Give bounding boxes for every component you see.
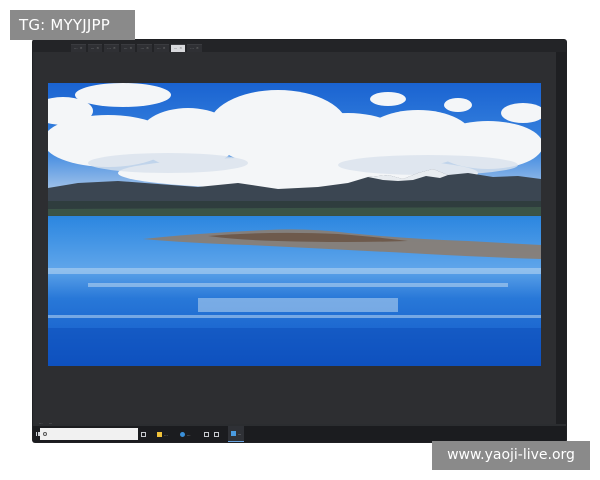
viewer-tab-label: … <box>107 46 111 50</box>
viewer-tab[interactable]: … × <box>187 44 202 52</box>
viewer-tab-label: … <box>74 46 78 50</box>
task-view-icon[interactable] <box>138 426 148 442</box>
viewer-tab-strip: … × … × … × … × … × … × … × … × <box>33 40 566 52</box>
taskbar-search-box[interactable] <box>40 428 138 440</box>
close-icon[interactable]: × <box>113 46 116 50</box>
viewer-tab-label: … <box>140 46 145 50</box>
viewer-tab[interactable]: … × <box>120 44 136 52</box>
photo-viewer-icon <box>230 431 236 436</box>
close-icon[interactable]: × <box>80 46 83 50</box>
close-icon[interactable]: × <box>146 46 149 50</box>
camera-icon[interactable] <box>202 426 212 442</box>
close-icon[interactable]: × <box>179 46 182 50</box>
landscape-photo-art <box>48 83 541 366</box>
close-icon[interactable]: × <box>96 46 99 50</box>
watermark-tag-bottom-right: www.yaoji-live.org <box>432 441 590 470</box>
viewer-tab[interactable]: … × <box>71 44 86 52</box>
viewer-tab-label: … <box>123 46 128 50</box>
mail-icon[interactable] <box>212 426 222 442</box>
folder-icon <box>157 431 162 437</box>
page: … × … × … × … × … × … × … × … × … … … … … <box>0 0 600 480</box>
viewer-tab[interactable]: … × <box>137 44 153 52</box>
monitor: … × … × … × … × … × … × … × … × … … … … … <box>33 40 566 442</box>
close-icon[interactable]: × <box>129 46 132 50</box>
viewer-tab-active[interactable]: … × <box>170 44 186 52</box>
close-icon[interactable]: × <box>196 46 199 50</box>
taskbar-app-label: … <box>186 431 191 437</box>
watermark-tag-top-left: TG: MYYJJPP <box>10 10 135 40</box>
close-icon[interactable]: × <box>163 46 166 50</box>
viewer-side-panel <box>556 52 566 424</box>
viewer-tab[interactable]: … × <box>154 44 169 52</box>
viewer-tab-label: … <box>90 46 95 50</box>
taskbar-app-label: … <box>164 431 168 437</box>
viewer-tab-label: … <box>173 46 178 50</box>
taskbar-app-photo-viewer[interactable]: … <box>227 426 245 442</box>
search-icon <box>43 432 47 436</box>
taskbar-app-folder[interactable]: … <box>154 426 171 442</box>
viewer-tab[interactable]: … × <box>87 44 103 52</box>
viewer-tab[interactable]: … × <box>104 44 119 52</box>
windows-taskbar: … … … <box>33 426 566 442</box>
edge-icon <box>179 431 185 437</box>
taskbar-app-edge[interactable]: … <box>177 426 194 442</box>
viewer-tab-label: … <box>190 46 194 50</box>
taskbar-app-label: … <box>237 431 242 436</box>
landscape-photo <box>48 83 541 366</box>
viewer-tab-label: … <box>157 46 161 50</box>
